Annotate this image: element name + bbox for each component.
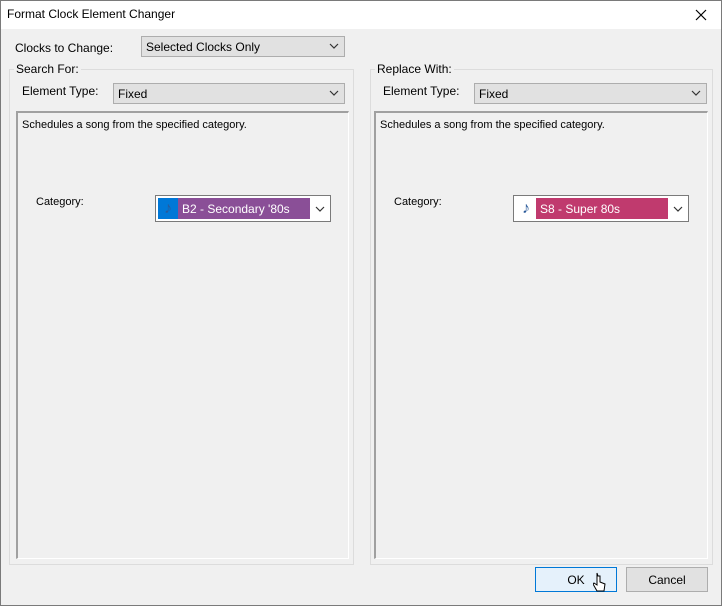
replace-category-value: S8 - Super 80s — [536, 198, 668, 219]
clocks-to-change-select[interactable]: Selected Clocks Only — [141, 36, 345, 57]
close-icon — [695, 9, 707, 21]
clocks-to-change-label: Clocks to Change: — [15, 41, 114, 55]
window-title: Format Clock Element Changer — [7, 7, 176, 21]
search-description: Schedules a song from the specified cate… — [22, 119, 247, 131]
chevron-down-icon — [329, 43, 339, 49]
search-details-panel: Schedules a song from the specified cate… — [16, 111, 349, 559]
cancel-button[interactable]: Cancel — [626, 567, 708, 592]
replace-category-selection: ♪ S8 - Super 80s — [516, 198, 668, 219]
replace-description: Schedules a song from the specified cate… — [380, 119, 605, 131]
replace-category-label: Category: — [394, 196, 442, 208]
replace-with-legend: Replace With: — [375, 62, 454, 76]
replace-element-type-select[interactable]: Fixed — [474, 83, 707, 104]
title-bar: Format Clock Element Changer — [1, 1, 721, 29]
search-category-label: Category: — [36, 196, 84, 208]
replace-element-type-label: Element Type: — [383, 84, 460, 98]
search-category-value: B2 - Secondary '80s — [178, 198, 310, 219]
music-note-icon: ♪ — [164, 199, 172, 217]
chevron-down-icon — [691, 90, 701, 96]
close-button[interactable] — [681, 1, 721, 29]
chevron-down-icon — [673, 206, 683, 212]
chevron-down-icon — [329, 90, 339, 96]
mouse-pointer-icon — [593, 572, 606, 592]
dialog-window: Format Clock Element Changer Clocks to C… — [0, 0, 722, 606]
replace-details-panel: Schedules a song from the specified cate… — [374, 111, 708, 559]
chevron-down-icon — [315, 206, 325, 212]
search-element-type-select[interactable]: Fixed — [113, 83, 345, 104]
search-category-selection: ♪ B2 - Secondary '80s — [158, 198, 310, 219]
replace-category-select[interactable]: ♪ S8 - Super 80s — [513, 195, 689, 222]
search-element-type-label: Element Type: — [22, 84, 99, 98]
clocks-to-change-value: Selected Clocks Only — [146, 40, 261, 54]
replace-element-type-value: Fixed — [479, 87, 509, 101]
music-note-icon: ♪ — [522, 199, 530, 217]
search-category-select[interactable]: ♪ B2 - Secondary '80s — [155, 195, 331, 222]
search-element-type-value: Fixed — [118, 87, 148, 101]
search-for-legend: Search For: — [14, 62, 81, 76]
